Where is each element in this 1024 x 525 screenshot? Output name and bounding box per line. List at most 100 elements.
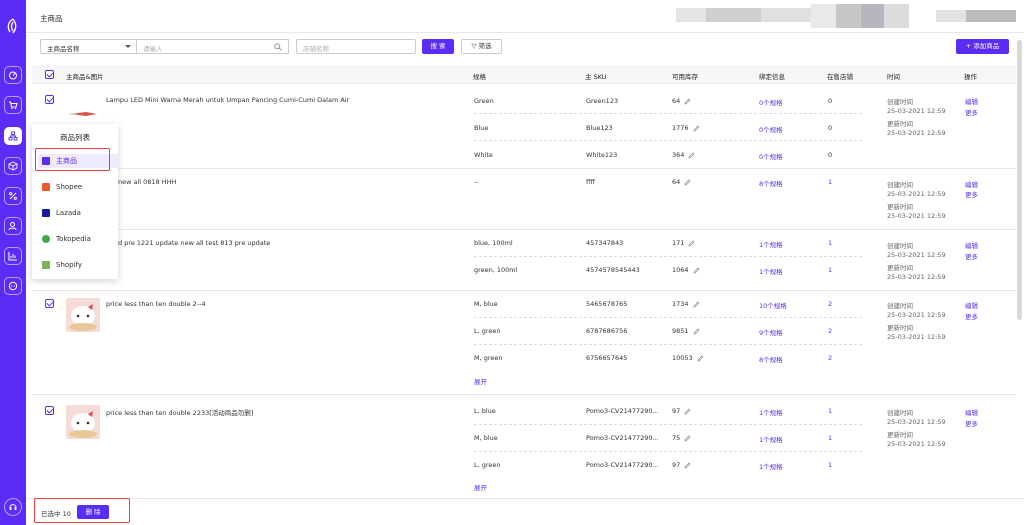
- menu-item-lazada[interactable]: Lazada: [38, 206, 118, 220]
- row-checkbox[interactable]: [45, 299, 54, 308]
- menu-item-tokopedia[interactable]: Tokopedia: [38, 232, 118, 246]
- dashboard-icon[interactable]: [4, 66, 22, 84]
- more-link[interactable]: 更多: [965, 107, 978, 117]
- row-checkbox[interactable]: [45, 406, 54, 415]
- add-product-button[interactable]: + 添加商品: [956, 39, 1009, 54]
- edit-pen-icon[interactable]: [684, 435, 691, 442]
- variant-stock[interactable]: 364: [672, 151, 695, 159]
- edit-link[interactable]: 编辑: [965, 407, 978, 417]
- more-link[interactable]: 更多: [965, 251, 978, 261]
- product-name[interactable]: price less than ten double 2233[活动商品勿删]: [106, 407, 253, 417]
- variant-stock[interactable]: 97: [672, 461, 691, 469]
- variant-stock[interactable]: 1776: [672, 124, 700, 132]
- binding-link[interactable]: 10个规格: [759, 300, 787, 310]
- edit-pen-icon[interactable]: [693, 267, 700, 274]
- product-name[interactable]: d pre 1221 update new all test 813 pre u…: [118, 239, 270, 247]
- edit-link[interactable]: 编辑: [965, 96, 978, 106]
- support-icon[interactable]: [4, 498, 22, 516]
- store-count: 0: [828, 124, 833, 132]
- store-count[interactable]: 1: [828, 461, 832, 469]
- more-link[interactable]: 更多: [965, 311, 978, 321]
- search-icon[interactable]: [274, 43, 282, 51]
- row-checkbox[interactable]: [45, 95, 54, 104]
- binding-link[interactable]: 1个规格: [759, 407, 783, 417]
- binding-link[interactable]: 1个规格: [759, 239, 783, 249]
- binding-link[interactable]: 1个规格: [759, 266, 783, 276]
- store-count[interactable]: 1: [828, 434, 832, 442]
- chat-icon[interactable]: [4, 277, 22, 295]
- binding-link[interactable]: 0个规格: [759, 151, 783, 161]
- menu-item-shopify[interactable]: Shopify: [38, 258, 118, 272]
- product-name[interactable]: price less than ten double 2--4: [106, 300, 206, 308]
- variant-spec: Green: [474, 97, 494, 105]
- stock-value: 97: [672, 407, 681, 415]
- search-button[interactable]: 搜 索: [422, 39, 454, 54]
- edit-pen-icon[interactable]: [684, 179, 691, 186]
- store-count[interactable]: 1: [828, 266, 832, 274]
- variant-stock[interactable]: 64: [672, 97, 691, 105]
- store-count[interactable]: 2: [828, 327, 832, 335]
- variant-spec: L, blue: [474, 407, 496, 415]
- variant-stock[interactable]: 171: [672, 239, 695, 247]
- edit-link[interactable]: 编辑: [965, 300, 978, 310]
- edit-pen-icon[interactable]: [697, 355, 704, 362]
- edit-pen-icon[interactable]: [684, 408, 691, 415]
- binding-link[interactable]: 1个规格: [759, 461, 783, 471]
- store-count[interactable]: 1: [828, 178, 832, 186]
- product-name[interactable]: Lampu LED Mini Warna Merah untuk Umpan P…: [106, 96, 349, 104]
- menu-item-label: Tokopedia: [56, 235, 91, 243]
- inventory-icon[interactable]: [4, 157, 22, 175]
- more-link[interactable]: 更多: [965, 189, 978, 199]
- expand-link[interactable]: 展开: [474, 482, 487, 492]
- filter-button[interactable]: ▽ 筛选: [461, 39, 502, 54]
- edit-pen-icon[interactable]: [684, 98, 691, 105]
- account-info-blurred: [861, 4, 884, 28]
- variant-stock[interactable]: 75: [672, 434, 691, 442]
- variant-stock[interactable]: 1734: [672, 300, 700, 308]
- cart-icon[interactable]: [4, 96, 22, 114]
- variant-stock[interactable]: 97: [672, 407, 691, 415]
- binding-link[interactable]: 0个规格: [759, 97, 783, 107]
- variant-spec: green, 100ml: [474, 266, 518, 274]
- variant-stock[interactable]: 1064: [672, 266, 700, 274]
- search-input[interactable]: 请输入: [137, 39, 289, 54]
- discount-icon[interactable]: [4, 187, 22, 205]
- menu-item-shopee[interactable]: Shopee: [38, 180, 118, 194]
- more-link[interactable]: 更多: [965, 418, 978, 428]
- expand-link[interactable]: 展开: [474, 376, 487, 386]
- shop-name-input[interactable]: 店铺名称: [296, 39, 416, 54]
- store-count[interactable]: 2: [828, 300, 832, 308]
- edit-pen-icon[interactable]: [693, 301, 700, 308]
- row-divider: [32, 394, 1016, 395]
- row-divider: [32, 290, 1016, 291]
- binding-link[interactable]: 1个规格: [759, 434, 783, 444]
- binding-link[interactable]: 8个规格: [759, 354, 783, 364]
- products-icon[interactable]: [4, 127, 22, 145]
- variant-stock[interactable]: 9851: [672, 327, 700, 335]
- variant-stock[interactable]: 64: [672, 178, 691, 186]
- edit-pen-icon[interactable]: [688, 152, 695, 159]
- search-field-select[interactable]: 主商品名称: [40, 39, 137, 54]
- store-count: 0: [828, 151, 833, 159]
- edit-link[interactable]: 编辑: [965, 179, 978, 189]
- binding-link[interactable]: 0个规格: [759, 124, 783, 134]
- edit-pen-icon[interactable]: [693, 328, 700, 335]
- edit-pen-icon[interactable]: [693, 125, 700, 132]
- select-all-checkbox[interactable]: [45, 70, 54, 79]
- created-label: 创建时间: [887, 98, 913, 106]
- edit-link[interactable]: 编辑: [965, 240, 978, 250]
- product-name[interactable]: new all 0818 HHH: [118, 178, 176, 186]
- binding-link[interactable]: 8个规格: [759, 178, 783, 188]
- edit-pen-icon[interactable]: [684, 462, 691, 469]
- scrollbar[interactable]: [1017, 40, 1022, 320]
- stock-value: 97: [672, 461, 681, 469]
- customers-icon[interactable]: [4, 217, 22, 235]
- variant-stock[interactable]: 10053: [672, 354, 704, 362]
- store-count[interactable]: 2: [828, 354, 832, 362]
- binding-link[interactable]: 9个规格: [759, 327, 783, 337]
- filter-button-label: 筛选: [478, 42, 492, 50]
- store-count[interactable]: 1: [828, 239, 832, 247]
- edit-pen-icon[interactable]: [688, 240, 695, 247]
- analytics-icon[interactable]: [4, 247, 22, 265]
- store-count[interactable]: 1: [828, 407, 832, 415]
